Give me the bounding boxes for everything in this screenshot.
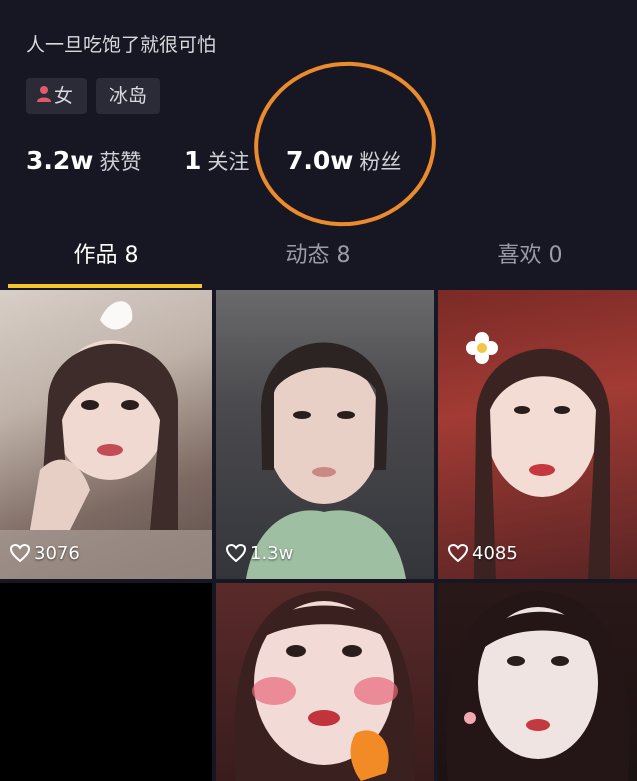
tab-activity[interactable]: 动态 8 — [212, 238, 424, 274]
stat-following[interactable]: 1 关注 — [184, 146, 249, 176]
video-grid: 3076 1.3w 4085 — [0, 290, 637, 781]
gender-label: 女 — [54, 85, 74, 107]
location-tag: 冰岛 — [96, 78, 160, 114]
video-thumbnail[interactable] — [216, 583, 434, 781]
video-likes: 4085 — [447, 543, 518, 567]
video-likes: 1.3w — [225, 543, 294, 567]
video-thumbnail[interactable]: 1.3w — [216, 290, 434, 579]
profile-tabs: 作品 8 动态 8 喜欢 0 — [0, 238, 637, 290]
stat-likes-count: 3.2w — [26, 146, 94, 175]
video-thumbnail[interactable]: 3076 — [0, 290, 212, 579]
stat-likes-label: 获赞 — [99, 150, 142, 174]
video-likes: 3076 — [9, 543, 80, 567]
portrait-photo — [446, 591, 630, 781]
video-likes-count: 3076 — [34, 543, 80, 564]
portrait-photo — [234, 591, 416, 781]
profile-bio: 人一旦吃饱了就很可怕 — [26, 34, 217, 56]
video-likes-count: 1.3w — [250, 543, 294, 564]
stat-following-count: 1 — [184, 146, 202, 175]
annotation-circle — [243, 50, 447, 238]
female-icon — [36, 79, 52, 115]
portrait-photo — [466, 332, 610, 579]
gender-tag: 女 — [26, 78, 87, 114]
tab-likes[interactable]: 喜欢 0 — [424, 238, 636, 274]
stat-likes[interactable]: 3.2w 获赞 — [26, 146, 141, 176]
portrait-photo — [246, 342, 406, 579]
heart-outline-icon — [225, 543, 247, 567]
video-thumbnail[interactable] — [438, 583, 637, 781]
heart-outline-icon — [447, 543, 469, 567]
video-likes-count: 4085 — [472, 543, 518, 564]
stat-following-label: 关注 — [207, 150, 250, 174]
video-thumbnail-empty — [0, 583, 212, 781]
tab-works[interactable]: 作品 8 — [0, 238, 212, 274]
heart-outline-icon — [9, 543, 31, 567]
video-thumbnail[interactable]: 4085 — [438, 290, 637, 579]
active-tab-indicator — [8, 284, 202, 288]
portrait-photo — [0, 301, 212, 579]
